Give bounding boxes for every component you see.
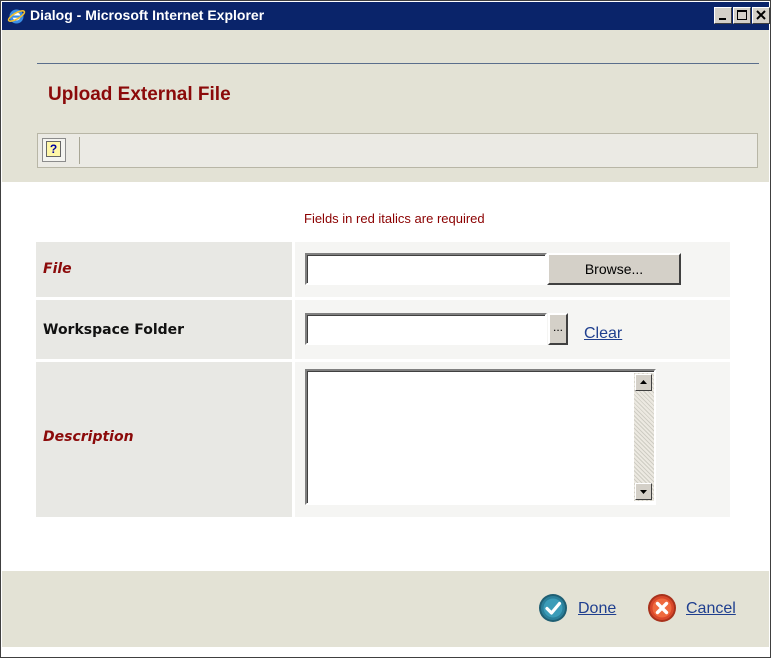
maximize-button[interactable] [733, 7, 751, 24]
scroll-up-arrow-icon [640, 380, 647, 384]
help-button[interactable]: ? [42, 138, 66, 162]
file-label: File [43, 261, 72, 277]
clear-link[interactable]: Clear [584, 325, 622, 343]
workspace-folder-label: Workspace Folder [43, 322, 185, 338]
folder-picker-button[interactable]: ... [548, 313, 568, 345]
file-label-cell: File [36, 242, 292, 297]
description-label: Description [43, 429, 134, 445]
close-icon [756, 10, 766, 20]
browse-button[interactable]: Browse... [547, 253, 681, 285]
scroll-down-button[interactable] [635, 483, 652, 500]
required-fields-note: Fields in red italics are required [304, 211, 485, 226]
file-value-cell: Browse... [295, 242, 730, 297]
maximize-icon [737, 10, 747, 20]
done-link[interactable]: Done [578, 600, 616, 618]
cross-icon[interactable] [647, 593, 677, 623]
workspace-folder-row: Workspace Folder ... Clear [36, 300, 730, 359]
dialog-window: Dialog - Microsoft Internet Explorer Upl… [0, 0, 771, 658]
scroll-down-arrow-icon [640, 490, 647, 494]
workspace-folder-label-cell: Workspace Folder [36, 300, 292, 359]
file-row: File Browse... [36, 242, 730, 297]
title-bar[interactable]: Dialog - Microsoft Internet Explorer [2, 2, 770, 30]
minimize-button[interactable] [714, 7, 732, 24]
action-bar: Done Cancel [2, 571, 769, 647]
help-icon: ? [46, 141, 61, 157]
file-input[interactable] [305, 253, 547, 285]
description-label-cell: Description [36, 362, 292, 517]
description-scrollbar[interactable] [634, 373, 654, 501]
close-button[interactable] [752, 7, 770, 24]
minimize-icon [719, 18, 726, 20]
description-textarea[interactable] [305, 369, 656, 505]
scroll-up-button[interactable] [635, 374, 652, 391]
header-divider [37, 63, 759, 64]
window-title: Dialog - Microsoft Internet Explorer [30, 7, 265, 23]
header-panel: Upload External File ? [2, 30, 769, 182]
workspace-folder-input[interactable] [305, 313, 547, 345]
toolbar: ? [37, 133, 758, 168]
page-title: Upload External File [48, 84, 231, 105]
workspace-folder-value-cell: ... Clear [295, 300, 730, 359]
description-row: Description [36, 362, 730, 517]
internet-explorer-icon [7, 9, 26, 24]
toolbar-separator [79, 137, 80, 164]
check-icon[interactable] [538, 593, 568, 623]
cancel-link[interactable]: Cancel [686, 600, 736, 618]
description-value-cell [295, 362, 730, 517]
